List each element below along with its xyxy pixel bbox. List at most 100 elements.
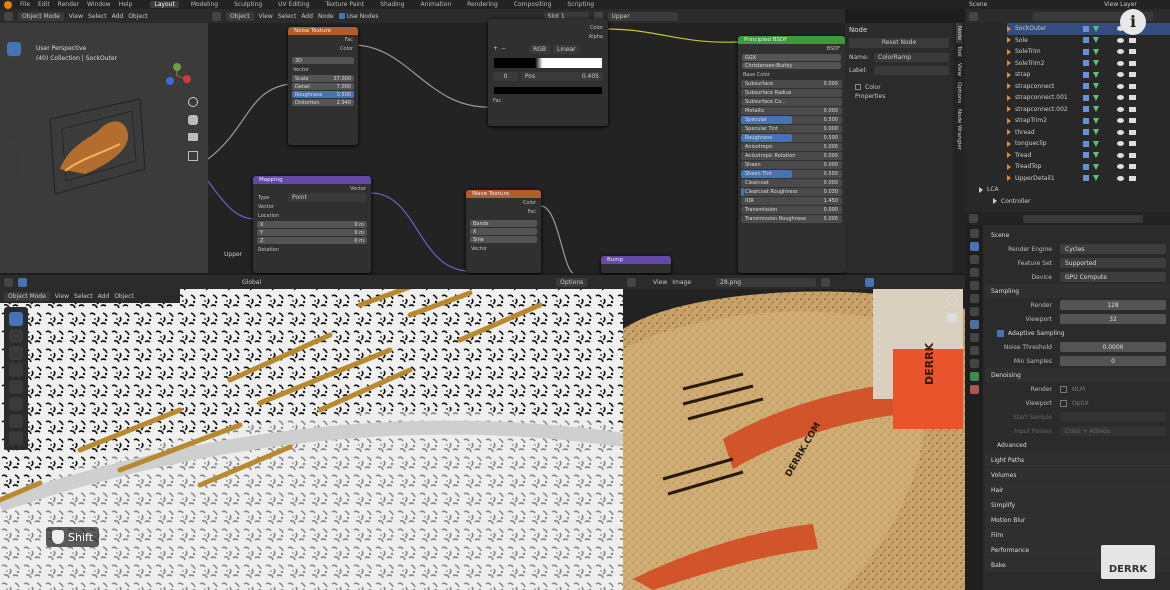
outliner-item[interactable]: SoleTrim	[1007, 46, 1170, 58]
mesh-data-icon[interactable]	[1093, 25, 1099, 32]
view-layer-tab-icon[interactable]	[969, 268, 979, 277]
volumes-panel[interactable]: Volumes	[985, 468, 1170, 482]
vb-transform-tool-icon[interactable]	[9, 397, 23, 411]
visibility-eye-icon[interactable]	[1117, 37, 1124, 43]
outliner-item[interactable]: thread	[1007, 127, 1170, 139]
motion-blur-panel[interactable]: Motion Blur	[985, 513, 1170, 527]
mesh-data-icon[interactable]	[1093, 106, 1099, 113]
menu-help[interactable]: Help	[119, 1, 133, 8]
vb-editor-type-icon[interactable]	[4, 277, 13, 287]
bsdf-param-row[interactable]: Metallic 0.000	[741, 107, 842, 115]
tab-compositing[interactable]: Compositing	[510, 1, 556, 8]
cursor-tool-icon[interactable]	[7, 59, 21, 73]
constraints-tab-icon[interactable]	[969, 359, 979, 368]
principled-bsdf-node[interactable]: Principled BSDF BSDF GGX Christensen-Bur…	[738, 36, 845, 273]
render-camera-icon[interactable]	[1129, 152, 1136, 158]
image-menu-view[interactable]: View	[653, 279, 667, 286]
tab-texture-paint[interactable]: Texture Paint	[321, 1, 368, 8]
viewport-bottom[interactable]: Global Options Object Mode View Select A…	[0, 275, 623, 590]
render-camera-icon[interactable]	[1129, 129, 1136, 135]
tool-tab-icon[interactable]	[969, 229, 979, 238]
ramp-gradient[interactable]	[494, 58, 602, 68]
outliner-item[interactable]: Tread	[1007, 150, 1170, 162]
ramp-index-field[interactable]: 0	[493, 72, 518, 81]
modifier-icon[interactable]	[1083, 140, 1089, 147]
denoising-panel[interactable]: Denoising	[985, 368, 1170, 382]
outliner-lca[interactable]: LCA	[965, 184, 1170, 196]
visibility-eye-icon[interactable]	[1117, 118, 1124, 124]
viewport-samples-field[interactable]: 32	[1060, 314, 1166, 324]
outliner-item[interactable]: strapconnect.001	[1007, 92, 1170, 104]
outliner-item[interactable]: tongueclip	[1007, 138, 1170, 150]
bsdf-param-row[interactable]: Transmission Roughness 0.000	[741, 215, 842, 223]
noise-texture-node[interactable]: Noise Texture Fac Color 3D Vector Scale 3…	[288, 27, 358, 145]
vb-select-box-icon[interactable]	[18, 277, 27, 287]
mesh-data-icon[interactable]	[1093, 175, 1099, 182]
image-editor-type-icon[interactable]	[627, 277, 636, 287]
visibility-eye-icon[interactable]	[1117, 152, 1124, 158]
vb-options-button[interactable]: Options	[556, 277, 588, 287]
mapping-node[interactable]: Mapping Vector Type Point Vector Location…	[253, 176, 371, 273]
noise-roughness-field[interactable]: Roughness 0.500	[292, 91, 354, 98]
wave-texture-node[interactable]: Wave Texture Color Fac Bands X Sine Vect…	[466, 190, 541, 273]
transform-tool-icon[interactable]	[7, 127, 21, 141]
move-tool-icon[interactable]	[7, 76, 21, 90]
render-camera-icon[interactable]	[1129, 141, 1136, 147]
denoise-viewport-checkbox[interactable]	[1060, 399, 1067, 407]
mesh-data-icon[interactable]	[1093, 129, 1099, 136]
visibility-eye-icon[interactable]	[1117, 129, 1124, 135]
render-camera-icon[interactable]	[1129, 49, 1136, 55]
bsdf-param-row[interactable]: Clearcoat Roughness 0.030	[741, 188, 842, 196]
ramp-add-button[interactable]: +	[493, 45, 498, 54]
menu-render[interactable]: Render	[58, 1, 79, 8]
render-camera-icon[interactable]	[1129, 37, 1136, 43]
sidebar-tab-options[interactable]: Options	[956, 79, 962, 106]
noise-dim-dropdown[interactable]: 3D	[292, 57, 354, 64]
visibility-eye-icon[interactable]	[1117, 49, 1124, 55]
mesh-data-icon[interactable]	[1093, 83, 1099, 90]
tab-animation[interactable]: Animation	[417, 1, 456, 8]
modifier-icon[interactable]	[1083, 152, 1089, 159]
modifier-tab-icon[interactable]	[969, 320, 979, 329]
view-layer-selector[interactable]: View Layer	[1104, 1, 1137, 8]
tab-uv-editing[interactable]: UV Editing	[274, 1, 313, 8]
modifier-icon[interactable]	[1083, 163, 1089, 170]
controller-expand-icon[interactable]	[993, 198, 997, 205]
tab-rendering[interactable]: Rendering	[463, 1, 502, 8]
mesh-data-icon[interactable]	[1093, 71, 1099, 78]
outliner-item[interactable]: strap	[1007, 69, 1170, 81]
bsdf-param-row[interactable]: Specular 0.500	[741, 116, 842, 124]
vb-scale-tool-icon[interactable]	[9, 380, 23, 394]
pin-icon[interactable]	[821, 277, 831, 287]
noise-scale-field[interactable]: Scale 37.000	[292, 75, 354, 82]
sidebar-tab-node[interactable]: Node	[956, 23, 962, 44]
modifier-icon[interactable]	[1083, 94, 1089, 101]
visibility-eye-icon[interactable]	[1117, 164, 1124, 170]
mapping-type-select[interactable]: Point	[288, 193, 366, 202]
render-camera-icon[interactable]	[1129, 60, 1136, 66]
bsdf-param-row[interactable]: Subsurface Radius	[741, 89, 842, 97]
navigation-gizmo[interactable]	[160, 59, 194, 93]
denoise-render-checkbox[interactable]	[1060, 385, 1067, 393]
visibility-eye-icon[interactable]	[1117, 106, 1124, 112]
start-sample-field[interactable]	[1060, 412, 1166, 422]
modifier-icon[interactable]	[1083, 175, 1089, 182]
outliner-item[interactable]: Sole	[1007, 35, 1170, 47]
modifier-icon[interactable]	[1083, 106, 1089, 113]
modifier-icon[interactable]	[1083, 117, 1089, 124]
bsdf-distribution-select[interactable]: GGX	[742, 54, 841, 61]
sampling-panel[interactable]: Sampling	[985, 284, 1170, 298]
vb-cursor-tool-icon[interactable]	[9, 329, 23, 343]
colorramp-node[interactable]: Color Alpha + − RGB Linear 0 Pos 0.405 Fa…	[488, 19, 608, 126]
modifier-icon[interactable]	[1083, 83, 1089, 90]
mode-select[interactable]: Object Mode	[18, 11, 64, 21]
mapping-loc-x[interactable]: X 0 m	[257, 221, 367, 228]
modifier-icon[interactable]	[1083, 48, 1089, 55]
image-editor[interactable]: DERRK DERRK.COM View Image 28.png	[623, 275, 965, 590]
visibility-eye-icon[interactable]	[1117, 83, 1124, 89]
simplify-panel[interactable]: Simplify	[985, 498, 1170, 512]
bsdf-param-row[interactable]: Clearcoat 0.000	[741, 179, 842, 187]
modifier-icon[interactable]	[1083, 129, 1089, 136]
info-button[interactable]: i	[1120, 9, 1146, 35]
render-camera-icon[interactable]	[1129, 118, 1136, 124]
